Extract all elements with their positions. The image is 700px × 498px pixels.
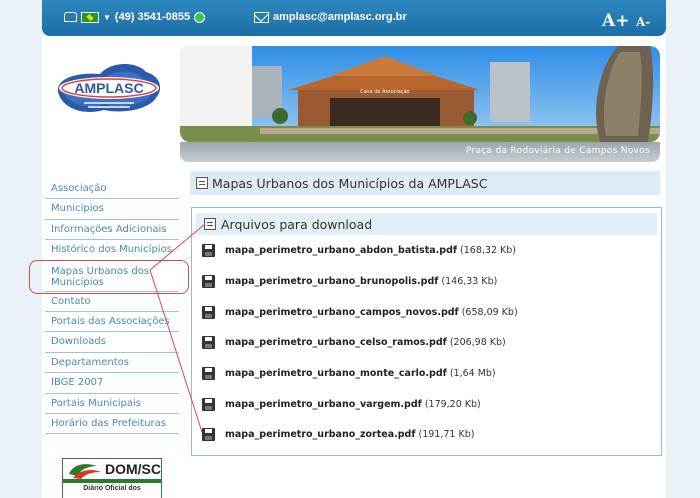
file-row: mapa_perimetro_urbano_celso_ramos.pdf (2… bbox=[202, 334, 506, 350]
file-link[interactable]: mapa_perimetro_urbano_zortea.pdf bbox=[225, 429, 415, 440]
email-address[interactable]: amplasc@amplasc.org.br bbox=[273, 11, 407, 23]
file-row: mapa_perimetro_urbano_campos_novos.pdf (… bbox=[202, 304, 518, 320]
sidebar-menu: Associação Municípios Informações Adicio… bbox=[45, 179, 179, 435]
email-contact[interactable]: amplasc@amplasc.org.br bbox=[254, 11, 407, 23]
phone-contact: ▼ (49) 3541-0855 bbox=[64, 11, 206, 23]
sidebar-item-historico-municipios[interactable]: Histórico dos Municípios bbox=[45, 240, 179, 261]
sidebar-item-informacoes-adicionais[interactable]: Informações Adicionais bbox=[45, 219, 179, 241]
file-link[interactable]: mapa_perimetro_urbano_abdon_batista.pdf bbox=[225, 245, 457, 256]
floppy-disk-icon bbox=[202, 305, 215, 319]
downloads-header: Arquivos para download bbox=[196, 213, 657, 235]
logo-text: AMPLASC bbox=[74, 80, 143, 96]
file-size: (206,98 Kb) bbox=[449, 336, 506, 348]
floppy-disk-icon bbox=[202, 366, 215, 380]
file-size: (658,09 Kb) bbox=[461, 306, 518, 318]
amplasc-logo[interactable]: AMPLASC bbox=[52, 58, 166, 118]
banner-caption: Praça da Rodoviária de Campos Novos bbox=[465, 146, 650, 156]
file-row: mapa_perimetro_urbano_abdon_batista.pdf … bbox=[202, 242, 516, 258]
floppy-disk-icon bbox=[202, 335, 215, 349]
file-size: (146,33 Kb) bbox=[441, 275, 498, 287]
sidebar-item-departamentos[interactable]: Departamentos bbox=[45, 352, 179, 374]
downloads-panel: Arquivos para download mapa_perimetro_ur… bbox=[191, 207, 662, 456]
dom-sc-logo-icon bbox=[69, 464, 101, 479]
file-size: (1,64 Mb) bbox=[449, 367, 496, 379]
file-row: mapa_perimetro_urbano_monte_carlo.pdf (1… bbox=[202, 365, 496, 381]
file-link[interactable]: mapa_perimetro_urbano_campos_novos.pdf bbox=[225, 307, 459, 318]
floppy-disk-icon bbox=[202, 243, 215, 257]
file-link[interactable]: mapa_perimetro_urbano_celso_ramos.pdf bbox=[225, 337, 447, 348]
brazil-flag-icon[interactable] bbox=[81, 11, 99, 23]
sidebar-item-mapas-urbanos[interactable]: Mapas Urbanos dos Municípios bbox=[45, 260, 179, 292]
dom-sc-title: DOM/SC bbox=[105, 461, 161, 477]
sidebar-item-portais-associacoes[interactable]: Portais das Associações bbox=[45, 311, 179, 333]
file-link[interactable]: mapa_perimetro_urbano_monte_carlo.pdf bbox=[225, 368, 447, 379]
top-bar: ▼ (49) 3541-0855 amplasc@amplasc.org.br … bbox=[42, 0, 666, 36]
font-increase-button[interactable]: A+ bbox=[602, 11, 629, 31]
file-link[interactable]: mapa_perimetro_urbano_vargem.pdf bbox=[225, 399, 422, 410]
file-size: (179,20 Kb) bbox=[424, 398, 481, 410]
sidebar-item-associacao[interactable]: Associação bbox=[45, 179, 179, 200]
phone-number: (49) 3541-0855 bbox=[114, 11, 191, 23]
file-size: (191,71 Kb) bbox=[418, 428, 475, 440]
file-row: mapa_perimetro_urbano_brunopolis.pdf (14… bbox=[202, 273, 497, 289]
header-banner-photo: Casa da Associação bbox=[180, 46, 660, 142]
page-container: AMPLASC Casa da Associação Praça da Rodo… bbox=[29, 36, 666, 498]
sidebar-item-ibge-2007[interactable]: IBGE 2007 bbox=[45, 373, 179, 394]
mail-icon bbox=[254, 11, 269, 23]
file-link[interactable]: mapa_perimetro_urbano_brunopolis.pdf bbox=[225, 276, 438, 287]
dom-sc-subtitle: Diário Oficial dos bbox=[83, 485, 141, 492]
floppy-disk-icon bbox=[202, 274, 215, 288]
banner-caption-strip: Praça da Rodoviária de Campos Novos bbox=[180, 142, 660, 162]
whatsapp-icon[interactable] bbox=[194, 11, 206, 23]
sidebar-item-municipios[interactable]: Municípios bbox=[45, 199, 179, 220]
page-title: Mapas Urbanos dos Municípios da AMPLASC bbox=[212, 175, 488, 191]
dom-sc-bar bbox=[63, 479, 161, 483]
floppy-disk-icon bbox=[202, 427, 215, 441]
sidebar-item-horario-prefeituras[interactable]: Horário das Prefeituras bbox=[45, 413, 179, 435]
sidebar-item-contato[interactable]: Contato bbox=[45, 291, 179, 312]
file-row: mapa_perimetro_urbano_vargem.pdf (179,20… bbox=[202, 396, 481, 412]
document-icon bbox=[196, 177, 208, 189]
chevron-down-icon[interactable]: ▼ bbox=[103, 13, 111, 22]
file-row: mapa_perimetro_urbano_zortea.pdf (191,71… bbox=[202, 426, 474, 442]
sidebar-item-portais-municipais[interactable]: Portais Municipais bbox=[45, 393, 179, 414]
phone-icon bbox=[64, 12, 77, 22]
banner-sign: Casa da Associação bbox=[360, 89, 409, 95]
file-size: (168,32 Kb) bbox=[460, 244, 516, 256]
sidebar-item-downloads[interactable]: Downloads bbox=[45, 332, 179, 353]
downloads-title: Arquivos para download bbox=[221, 216, 373, 232]
font-decrease-button[interactable]: A- bbox=[636, 15, 650, 29]
page-title-bar: Mapas Urbanos dos Municípios da AMPLASC bbox=[190, 171, 660, 195]
document-icon bbox=[204, 218, 216, 230]
floppy-disk-icon bbox=[202, 397, 215, 411]
dom-sc-banner[interactable]: DOM/SC Diário Oficial dos bbox=[62, 458, 162, 498]
